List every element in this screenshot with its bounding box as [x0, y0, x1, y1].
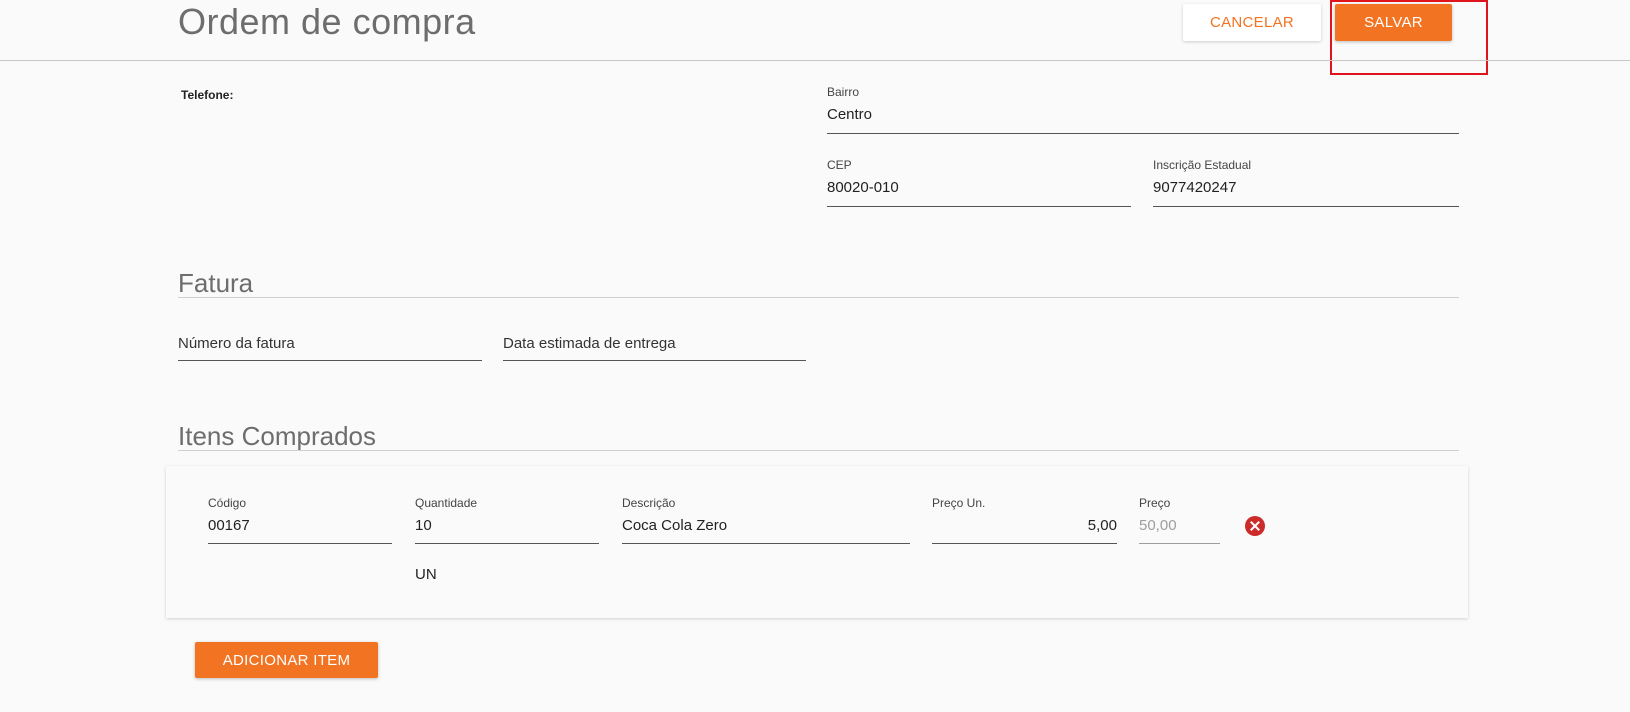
quantidade-field[interactable]: Quantidade 10 [415, 496, 599, 544]
bairro-underline [827, 133, 1459, 134]
codigo-underline [208, 543, 392, 544]
codigo-value: 00167 [208, 517, 250, 534]
cep-label: CEP [827, 158, 852, 172]
data-entrega-placeholder: Data estimada de entrega [503, 335, 676, 352]
descricao-field[interactable]: Descrição Coca Cola Zero [622, 496, 910, 544]
quantidade-underline [415, 543, 599, 544]
page-title: Ordem de compra [178, 1, 476, 42]
telefone-label: Telefone: [181, 88, 234, 102]
header-divider [0, 60, 1630, 61]
fatura-section-title: Fatura [178, 268, 254, 298]
codigo-field[interactable]: Código 00167 [208, 496, 392, 544]
remove-circle-icon[interactable] [1245, 516, 1265, 536]
preco-underline [1139, 543, 1220, 544]
unidade-text: UN [415, 566, 437, 583]
descricao-underline [622, 543, 910, 544]
preco-label: Preço [1139, 496, 1171, 510]
inscricao-estadual-field[interactable]: Inscrição Estadual 9077420247 [1153, 158, 1459, 207]
cep-underline [827, 206, 1131, 207]
preco-value: 50,00 [1139, 517, 1177, 534]
itens-section-divider [178, 450, 1459, 451]
bairro-value: Centro [827, 106, 873, 123]
data-entrega-input[interactable]: Data estimada de entrega [503, 334, 806, 361]
preco-un-value: 5,00 [1087, 517, 1117, 534]
numero-fatura-underline [178, 360, 482, 361]
descricao-label: Descrição [622, 496, 676, 510]
preco-un-field[interactable]: Preço Un. 5,00 [932, 496, 1117, 544]
preco-un-label: Preço Un. [932, 496, 986, 510]
bairro-field[interactable]: Bairro Centro [827, 85, 1459, 134]
quantidade-label: Quantidade [415, 496, 478, 510]
numero-fatura-input[interactable]: Número da fatura [178, 334, 482, 361]
data-entrega-underline [503, 360, 806, 361]
inscricao-estadual-underline [1153, 206, 1459, 207]
cancel-button[interactable]: CANCELAR [1183, 4, 1321, 41]
inscricao-estadual-label: Inscrição Estadual [1153, 158, 1252, 172]
itens-section-title: Itens Comprados [178, 421, 376, 451]
quantidade-value: 10 [415, 517, 432, 534]
bairro-label: Bairro [827, 85, 860, 99]
purchase-order-page: Ordem de compra CANCELAR SALVAR Telefone… [0, 0, 1630, 712]
add-item-button[interactable]: ADICIONAR ITEM [195, 642, 378, 678]
save-button[interactable]: SALVAR [1335, 4, 1452, 41]
cep-field[interactable]: CEP 80020-010 [827, 158, 1131, 207]
fatura-section-divider [178, 297, 1459, 298]
preco-un-underline [932, 543, 1117, 544]
cep-value: 80020-010 [827, 179, 899, 196]
codigo-label: Código [208, 496, 247, 510]
descricao-value: Coca Cola Zero [622, 517, 728, 534]
preco-field: Preço 50,00 [1139, 496, 1220, 544]
numero-fatura-placeholder: Número da fatura [178, 335, 295, 352]
inscricao-estadual-value: 9077420247 [1153, 179, 1237, 196]
